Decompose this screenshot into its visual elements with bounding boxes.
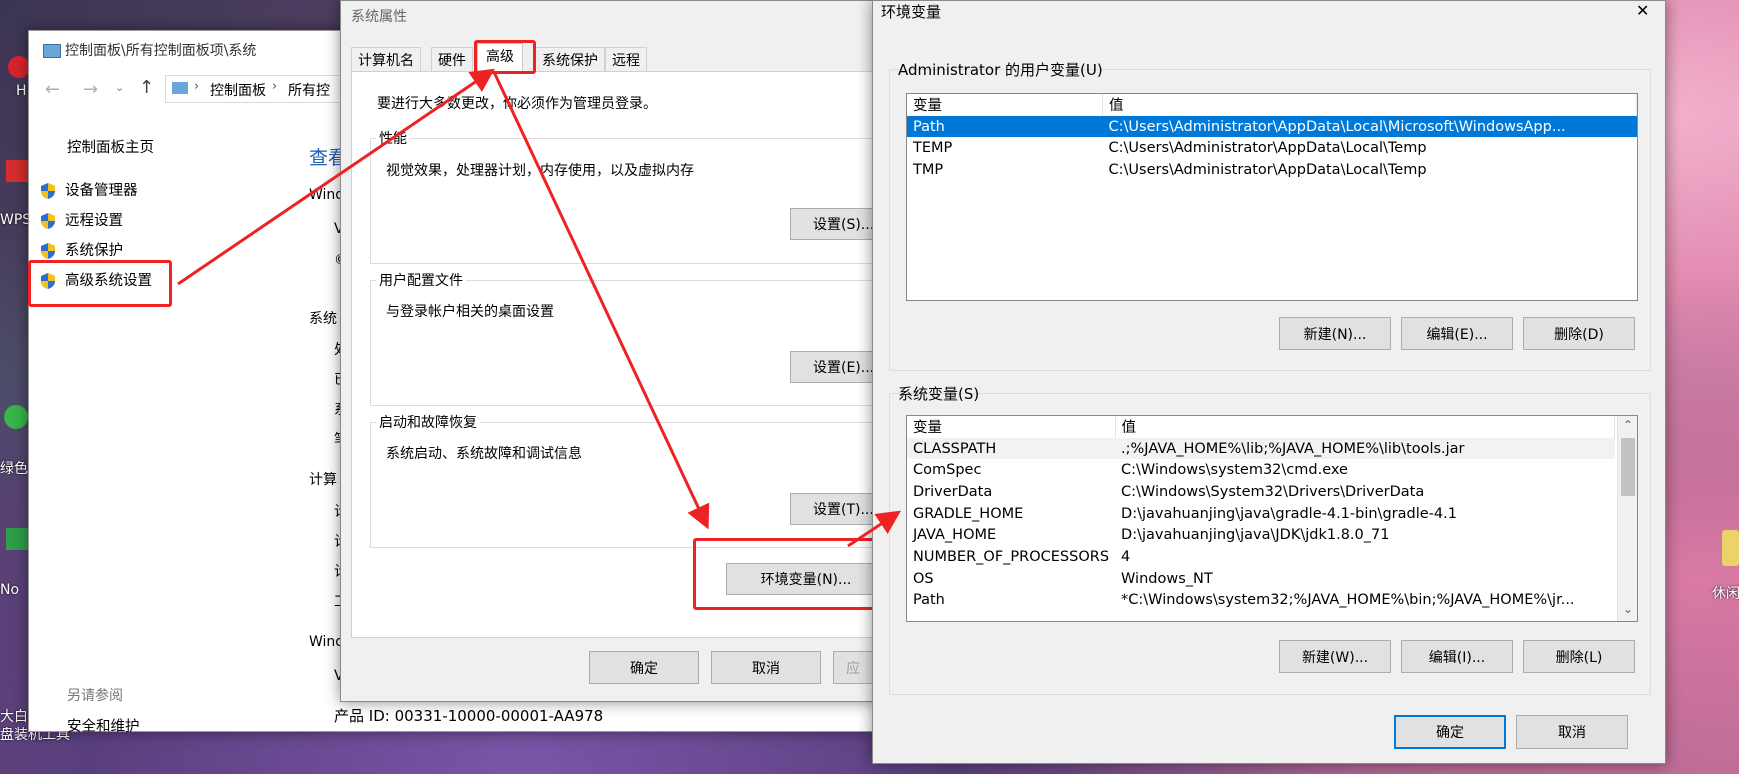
arrow-to-env-button [492, 71, 710, 530]
annotation-arrows [177, 68, 901, 548]
arrow-to-env-dialog [847, 510, 901, 548]
arrow-to-advanced-tab [177, 68, 495, 286]
